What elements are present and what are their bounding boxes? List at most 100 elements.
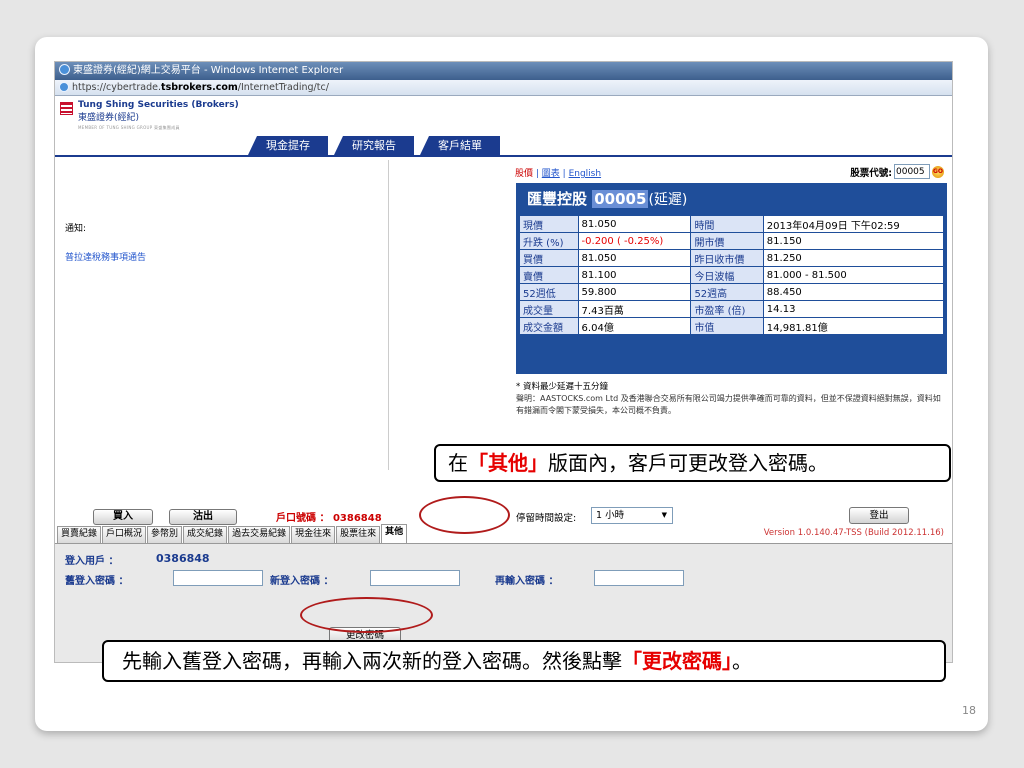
quote-label: 時間 xyxy=(690,215,764,233)
highlight-ring-change-button xyxy=(300,597,433,633)
window-titlebar: 東盛證券(經紀)網上交易平台 - Windows Internet Explor… xyxy=(55,62,952,80)
disclaimer: 聲明：AASTOCKS.com Ltd 及香港聯合交易所有限公司竭力提供準確而可… xyxy=(516,394,941,415)
quote-label: 賣價 xyxy=(519,266,579,284)
logo-mark-icon xyxy=(60,102,73,115)
account-number: 戶口號碼 ： 0386848 xyxy=(276,513,382,524)
quote-label: 買價 xyxy=(519,249,579,267)
page-number: 18 xyxy=(962,704,976,717)
buy-button[interactable]: 買入 xyxy=(93,509,153,525)
nav-tab-research[interactable]: 研究報告 xyxy=(334,136,414,155)
quote-value: 81.000 - 81.500 xyxy=(762,266,945,284)
subtab-other[interactable]: 其他 xyxy=(381,524,408,543)
quote-links: 股價 | 圖表 | English xyxy=(515,169,602,179)
logo-name-en: Tung Shing Securities (Brokers) xyxy=(78,100,239,110)
version-label: Version 1.0.140.47-TSS (Build 2012.11.16… xyxy=(763,528,944,538)
notice-link[interactable]: 普拉達稅務事項通告 xyxy=(65,250,146,263)
quote-label: 升跌 (%) xyxy=(519,232,579,250)
quote-value: 7.43百萬 xyxy=(577,300,692,318)
quote-label: 市盈率 (倍) xyxy=(690,300,764,318)
quote-value: 2013年04月09日 下午02:59 xyxy=(762,215,945,233)
subtab-orders[interactable]: 買賣紀錄 xyxy=(57,526,102,543)
logout-button[interactable]: 登出 xyxy=(849,507,909,524)
address-bar[interactable]: https://cybertrade.tsbrokers.com/Interne… xyxy=(55,80,952,96)
go-icon[interactable]: GO xyxy=(932,165,944,178)
quote-label: 現價 xyxy=(519,215,579,233)
callout-change-password: 先輸入舊登入密碼，再輸入兩次新的登入密碼。然後點擊「更改密碼」。 xyxy=(102,640,946,682)
quote-row: 成交量 7.43百萬 市盈率 (倍) 14.13 xyxy=(519,300,945,318)
slide: 東盛證券(經紀)網上交易平台 - Windows Internet Explor… xyxy=(35,37,988,731)
quote-label: 開市價 xyxy=(690,232,764,250)
quote-value: 14,981.81億 xyxy=(762,317,945,335)
link-chart[interactable]: 圖表 xyxy=(542,169,560,179)
timeout-select[interactable]: 1 小時 ▼ xyxy=(591,507,673,524)
subtab-currency[interactable]: 參幣別 xyxy=(147,526,183,543)
quote-row: 成交金額 6.04億 市值 14,981.81億 xyxy=(519,317,945,335)
delay-note: * 資料最少延遲十五分鐘 xyxy=(516,382,608,392)
quote-label: 昨日收市價 xyxy=(690,249,764,267)
sub-tabs: 買賣紀錄 戶口概況 參幣別 成交紀錄 過去交易紀錄 現金往來 股票往來 其他 xyxy=(57,524,408,543)
logo-name-zh: 東盛證券(經紀) xyxy=(78,113,140,123)
quote-label: 52週低 xyxy=(519,283,579,301)
confirm-password-input[interactable] xyxy=(594,570,684,586)
old-password-label: 舊登入密碼 ： xyxy=(65,576,129,587)
stock-name: 匯豐控股 xyxy=(527,190,588,208)
timeout-value: 1 小時 xyxy=(596,510,625,521)
quote-label: 成交量 xyxy=(519,300,579,318)
ie-icon xyxy=(59,64,70,75)
stock-code-box: 股票代號: GO xyxy=(850,164,944,179)
stock-code-label: 股票代號: xyxy=(850,167,892,179)
subtab-cash[interactable]: 現金往來 xyxy=(291,526,336,543)
window-title: 東盛證券(經紀)網上交易平台 - Windows Internet Explor… xyxy=(73,65,344,76)
chevron-down-icon: ▼ xyxy=(661,511,667,519)
quote-table: 現價 81.050 時間 2013年04月09日 下午02:59 升跌 (%) -0.20… xyxy=(519,215,945,335)
quote-row: 現價 81.050 時間 2013年04月09日 下午02:59 xyxy=(519,215,945,233)
link-quote[interactable]: 股價 xyxy=(515,169,533,179)
link-english[interactable]: English xyxy=(569,169,602,179)
login-user-label: 登入用戶 ： xyxy=(65,556,119,567)
subtab-history[interactable]: 過去交易紀錄 xyxy=(228,526,291,543)
quote-value: 81.050 xyxy=(577,215,692,233)
quote-value: 88.450 xyxy=(762,283,945,301)
quote-value: 59.800 xyxy=(577,283,692,301)
company-logo[interactable]: Tung Shing Securities (Brokers) 東盛證券(經紀)… xyxy=(60,100,239,131)
stock-code-input[interactable] xyxy=(894,164,930,179)
quote-value: 14.13 xyxy=(762,300,945,318)
quote-row: 升跌 (%) -0.200 ( -0.25%) 開市價 81.150 xyxy=(519,232,945,250)
highlight-ring-other-tab xyxy=(419,496,510,534)
delay-tag: (延遲) xyxy=(648,192,688,208)
quote-row: 賣價 81.100 今日波幅 81.000 - 81.500 xyxy=(519,266,945,284)
quote-title: 匯豐控股 00005 (延遲) xyxy=(519,187,944,215)
new-password-input[interactable] xyxy=(370,570,460,586)
quote-label: 今日波幅 xyxy=(690,266,764,284)
quote-value: 6.04億 xyxy=(577,317,692,335)
sell-button[interactable]: 沽出 xyxy=(169,509,237,525)
confirm-password-label: 再輸入密碼 ： xyxy=(495,576,559,587)
quote-label: 市值 xyxy=(690,317,764,335)
url-path: /InternetTrading/tc/ xyxy=(237,82,329,93)
quote-row: 買價 81.050 昨日收市價 81.250 xyxy=(519,249,945,267)
old-password-input[interactable] xyxy=(173,570,263,586)
subtab-account[interactable]: 戶口概況 xyxy=(102,526,147,543)
quote-value: 81.250 xyxy=(762,249,945,267)
timeout-label: 停留時間設定: xyxy=(516,513,577,524)
url-prefix: https://cybertrade. xyxy=(72,82,162,93)
quote-value: -0.200 ( -0.25%) xyxy=(577,232,692,250)
callout-other-tab: 在「其他」版面內，客戶可更改登入密碼。 xyxy=(434,444,951,482)
subtab-trades[interactable]: 成交紀錄 xyxy=(183,526,228,543)
quote-value: 81.100 xyxy=(577,266,692,284)
logo-tagline: MEMBER OF TUNG SHING GROUP 東盛集團成員 xyxy=(78,125,180,130)
top-nav: 現金提存 研究報告 客戶結單 xyxy=(248,136,506,155)
quote-label: 52週高 xyxy=(690,283,764,301)
left-pane: 通知: 普拉達稅務事項通告 xyxy=(55,160,389,470)
site-header: Tung Shing Securities (Brokers) 東盛證券(經紀)… xyxy=(55,96,952,157)
subtab-stock[interactable]: 股票往來 xyxy=(336,526,381,543)
quote-value: 81.050 xyxy=(577,249,692,267)
url-domain: tsbrokers.com xyxy=(161,82,238,93)
nav-tab-statement[interactable]: 客戶結單 xyxy=(420,136,500,155)
page-icon xyxy=(59,82,69,92)
quote-value: 81.150 xyxy=(762,232,945,250)
login-user-value: 0386848 xyxy=(156,552,210,565)
quote-label: 成交金額 xyxy=(519,317,579,335)
new-password-label: 新登入密碼 ： xyxy=(270,576,334,587)
nav-tab-cash[interactable]: 現金提存 xyxy=(248,136,328,155)
